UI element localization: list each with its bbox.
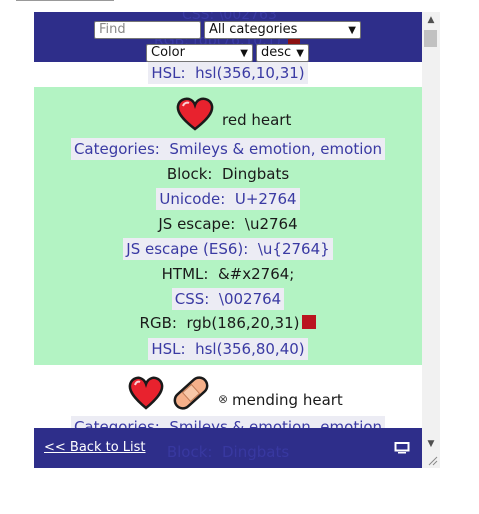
categories-row: Categories: Smileys & emotion, emotion [34, 138, 422, 160]
rgb-value: rgb(186,20,31) [186, 314, 300, 332]
emoji-name: red heart [222, 111, 292, 129]
prev-hsl-label: HSL: [151, 64, 186, 82]
zwj-symbol: ⊗ [218, 392, 229, 406]
categories-value: Smileys & emotion, emotion [169, 140, 383, 158]
mending-heart-emoji [128, 376, 164, 410]
previous-panel-edge [16, 0, 114, 1]
block-row-2: Block: Dingbats [34, 442, 422, 462]
hsl-value: hsl(356,80,40) [195, 340, 305, 358]
unicode-label: Unicode: [159, 190, 226, 208]
unicode-row: Unicode: U+2764 [34, 188, 422, 210]
red-heart-entry: red heart Categories: Smileys & emotion,… [34, 87, 422, 365]
css-label: CSS: [174, 290, 210, 308]
block-label-2: Block: [166, 443, 213, 461]
scroll-content: CSS: \002763 RGB: rgb(76,10,1) Find All … [34, 12, 422, 468]
block-label: Block: [166, 165, 213, 183]
unicode-value: U+2764 [234, 190, 297, 208]
js-escape-row: JS escape: \u2764 [34, 214, 422, 234]
html-label: HTML: [161, 265, 209, 283]
chevron-down-icon: ▼ [240, 48, 248, 59]
order-select[interactable]: desc ▼ [256, 44, 309, 62]
css-value: \002764 [218, 290, 282, 308]
prev-hsl-value: hsl(356,10,31) [195, 64, 305, 82]
scroll-down-arrow-icon[interactable]: ▼ [422, 436, 440, 452]
js-escape-es6-value: \u{2764} [257, 240, 330, 258]
categories-label: Categories: [73, 140, 160, 158]
hsl-row: HSL: hsl(356,80,40) [34, 338, 422, 360]
chevron-down-icon: ▼ [348, 25, 356, 36]
block-value: Dingbats [222, 165, 290, 183]
category-select-value: All categories [209, 22, 298, 37]
prev-hsl-row: HSL: hsl(356,10,31) [34, 62, 422, 87]
sort-select[interactable]: Color ▼ [146, 44, 253, 62]
html-value: &#x2764; [217, 265, 295, 283]
bandage-emoji [173, 376, 209, 410]
js-escape-es6-label: JS escape (ES6): [126, 240, 249, 258]
scroll-up-arrow-icon[interactable]: ▲ [422, 12, 440, 28]
vertical-scrollbar[interactable]: ▲ ▼ [422, 12, 440, 468]
find-input[interactable]: Find [94, 21, 201, 39]
js-escape-es6-row: JS escape (ES6): \u{2764} [34, 238, 422, 260]
emoji-name-2: mending heart [232, 391, 343, 409]
block-value-2: Dingbats [222, 443, 290, 461]
category-select[interactable]: All categories ▼ [204, 21, 361, 39]
emoji-detail-frame: CSS: \002763 RGB: rgb(76,10,1) Find All … [34, 12, 440, 468]
order-select-value: desc [261, 45, 292, 60]
js-escape-label: JS escape: [158, 215, 236, 233]
js-escape-value: \u2764 [244, 215, 298, 233]
sort-select-value: Color [151, 45, 185, 60]
hsl-label: HSL: [151, 340, 186, 358]
rgb-row: RGB: rgb(186,20,31) [34, 313, 422, 333]
block-row: Block: Dingbats [34, 164, 422, 184]
rgb-label: RGB: [139, 314, 177, 332]
color-swatch [302, 315, 317, 329]
scroll-thumb[interactable] [424, 30, 437, 47]
css-row: CSS: \002764 [34, 288, 422, 310]
chevron-down-icon: ▼ [296, 48, 304, 59]
html-row: HTML: &#x2764; [34, 264, 422, 284]
red-heart-emoji [176, 97, 214, 131]
resize-grip-icon[interactable] [426, 454, 438, 466]
